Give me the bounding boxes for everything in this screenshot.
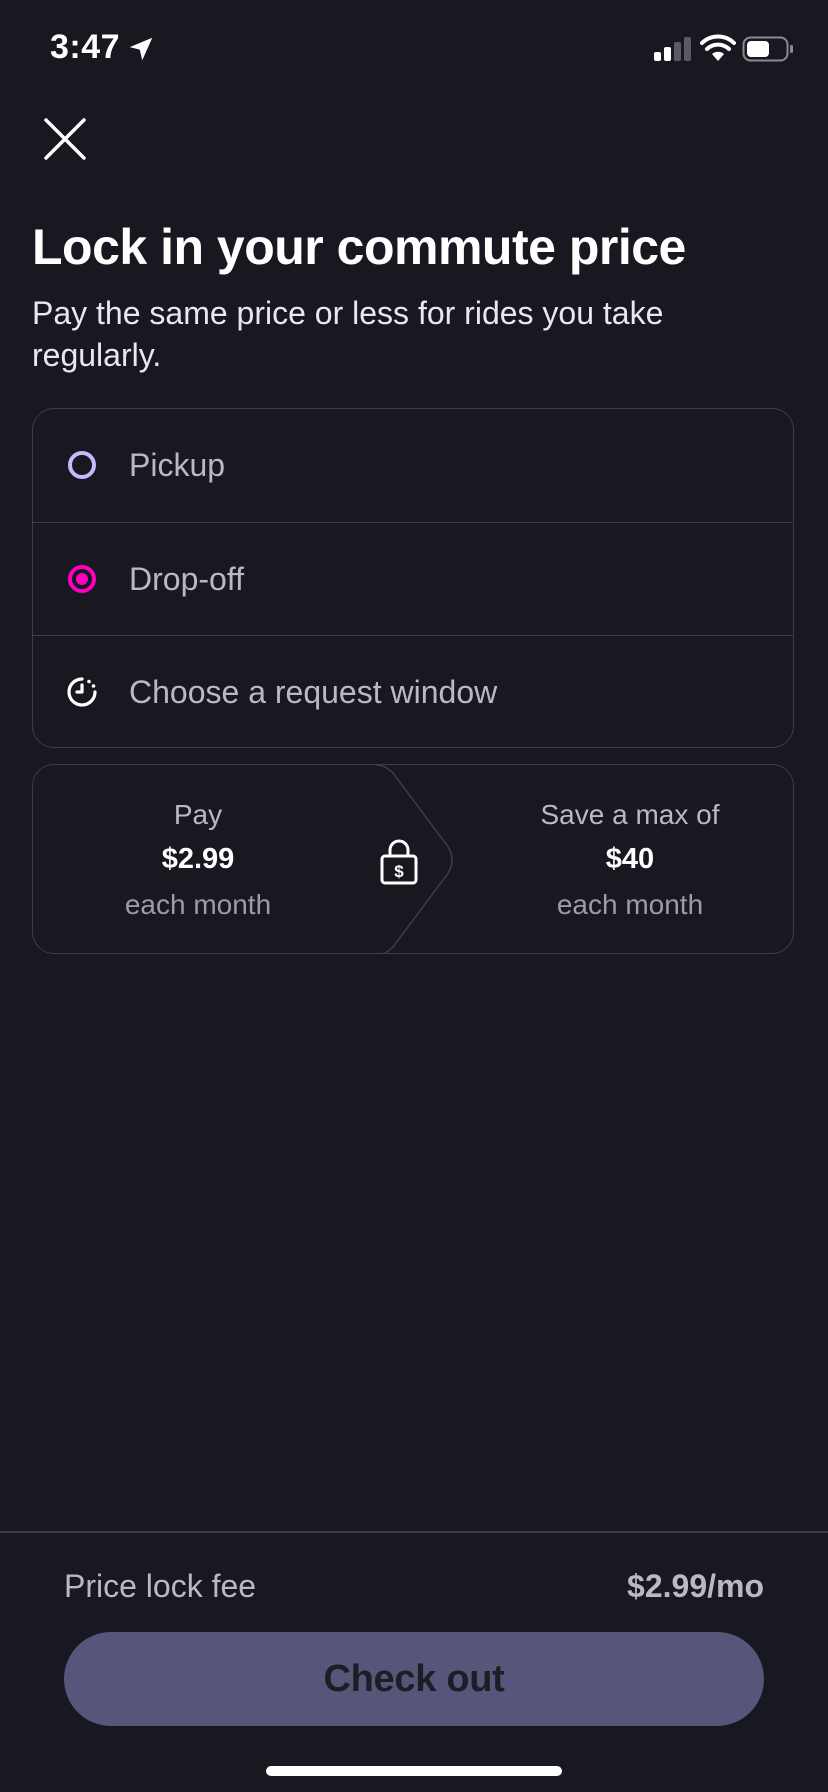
- home-indicator[interactable]: [266, 1766, 562, 1776]
- pickup-option[interactable]: Pickup: [33, 409, 793, 522]
- page-subtitle: Pay the same price or less for rides you…: [32, 295, 664, 373]
- pay-period: each month: [124, 889, 272, 920]
- request-window-option[interactable]: Choose a request window: [33, 635, 793, 749]
- wifi-icon: [700, 34, 736, 61]
- dropoff-target-icon: [68, 565, 96, 593]
- battery-icon: [742, 36, 793, 62]
- price-summary-card: Pay $2.99 each month $ Save a max of $40…: [32, 764, 794, 954]
- svg-text:$: $: [394, 862, 404, 881]
- price-lock-fee-value: $2.99/mo: [627, 1568, 764, 1604]
- price-lock-fee-label: Price lock fee: [64, 1568, 257, 1604]
- pay-amount: $2.99: [161, 843, 235, 875]
- save-label: Save a max of: [540, 799, 720, 830]
- page-title: Lock in your commute price: [32, 219, 686, 275]
- pay-label: Pay: [173, 799, 223, 830]
- dropoff-label: Drop-off: [129, 561, 245, 597]
- price-lock-icon: $: [380, 839, 418, 885]
- cellular-signal-icon: [654, 37, 691, 61]
- save-amount: $40: [605, 843, 655, 875]
- pickup-circle-icon: [68, 451, 96, 479]
- dropoff-option[interactable]: Drop-off: [33, 522, 793, 636]
- save-column: Save a max of $40 each month: [465, 765, 793, 953]
- checkout-button[interactable]: Check out: [64, 1632, 764, 1726]
- request-window-label: Choose a request window: [129, 674, 498, 710]
- pickup-label: Pickup: [129, 447, 226, 483]
- status-time: 3:47: [50, 28, 121, 66]
- pay-column: Pay $2.99 each month: [33, 765, 363, 953]
- trip-options-card: Pickup Drop-off Choose a request window: [32, 408, 794, 748]
- clock-icon: [67, 677, 97, 707]
- save-period: each month: [556, 889, 704, 920]
- close-icon[interactable]: [40, 114, 90, 164]
- status-bar: 3:47: [0, 0, 828, 100]
- location-arrow-icon: [129, 37, 153, 61]
- footer-divider: [0, 1531, 828, 1533]
